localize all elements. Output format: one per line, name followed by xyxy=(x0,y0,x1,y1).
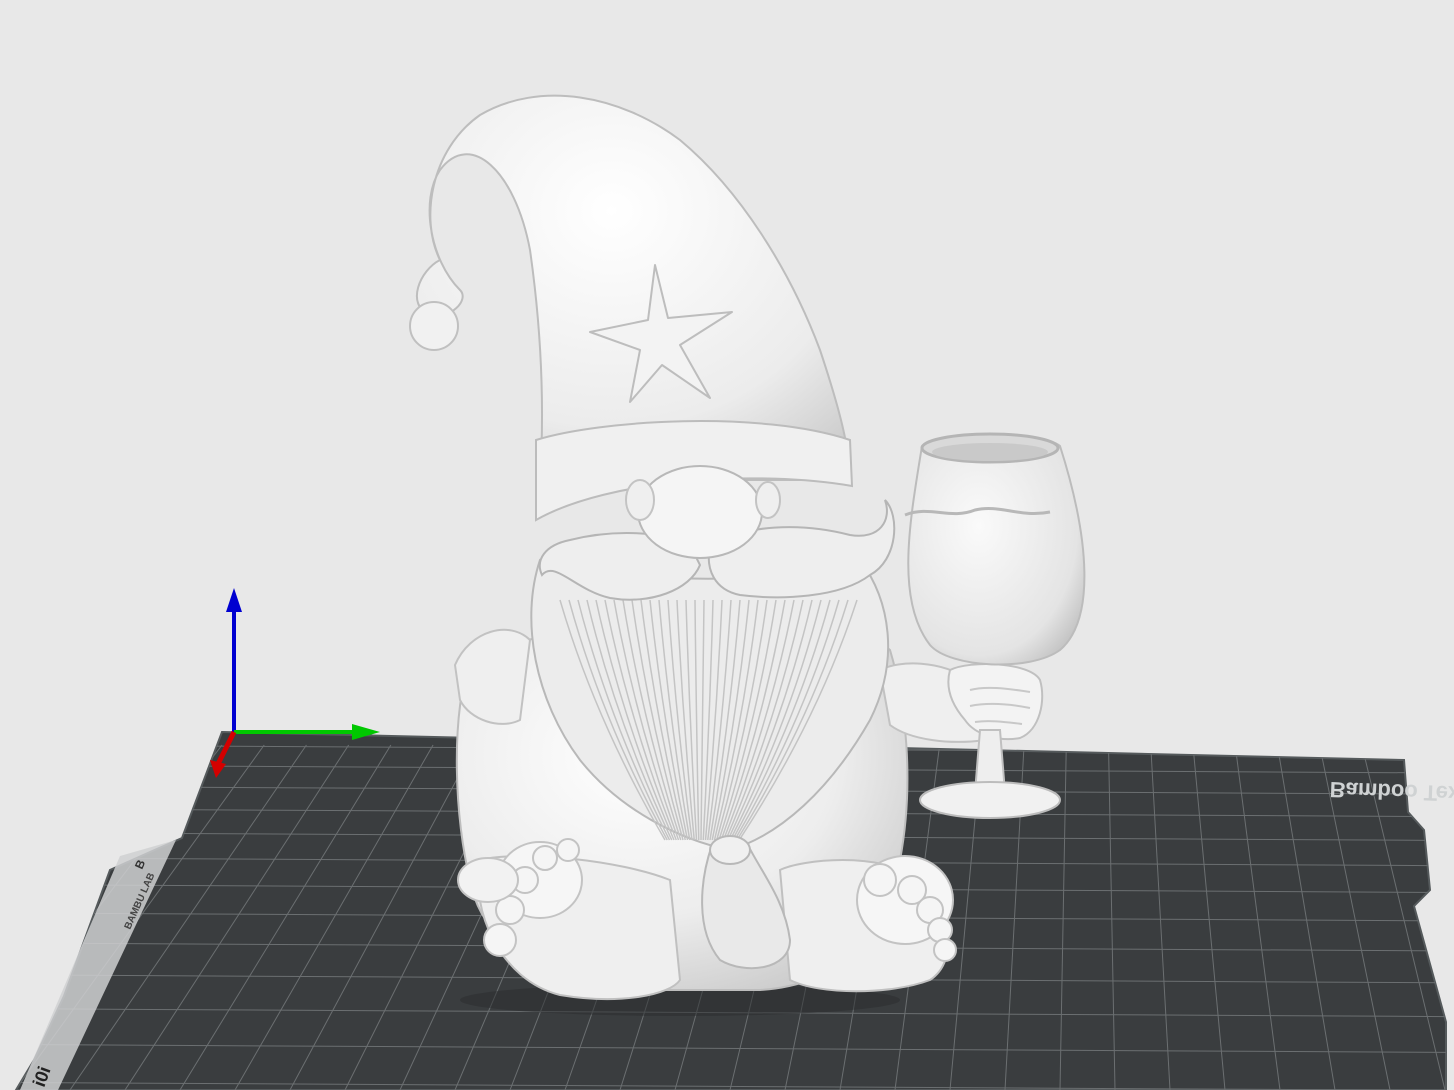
gnome-nose xyxy=(637,465,763,559)
z-axis-arrow xyxy=(226,588,242,612)
glass-foot xyxy=(919,781,1061,819)
scene-canvas[interactable]: B BAMBU LAB i0i Bamboo Textured PEI xyxy=(0,0,1454,1090)
gnome-cheek-left xyxy=(625,479,655,521)
gnome-left-sleeve xyxy=(453,628,532,725)
glass-inner xyxy=(932,443,1048,461)
glass-bowl xyxy=(907,433,1086,666)
gnome-cheek-right xyxy=(755,481,781,519)
gnome-hat xyxy=(415,94,852,481)
glass-stem xyxy=(975,729,1005,789)
3d-viewport[interactable]: B BAMBU LAB i0i Bamboo Textured PEI xyxy=(0,0,1454,1090)
beard-knot xyxy=(709,835,751,865)
gnome-hat-tip xyxy=(409,301,459,351)
